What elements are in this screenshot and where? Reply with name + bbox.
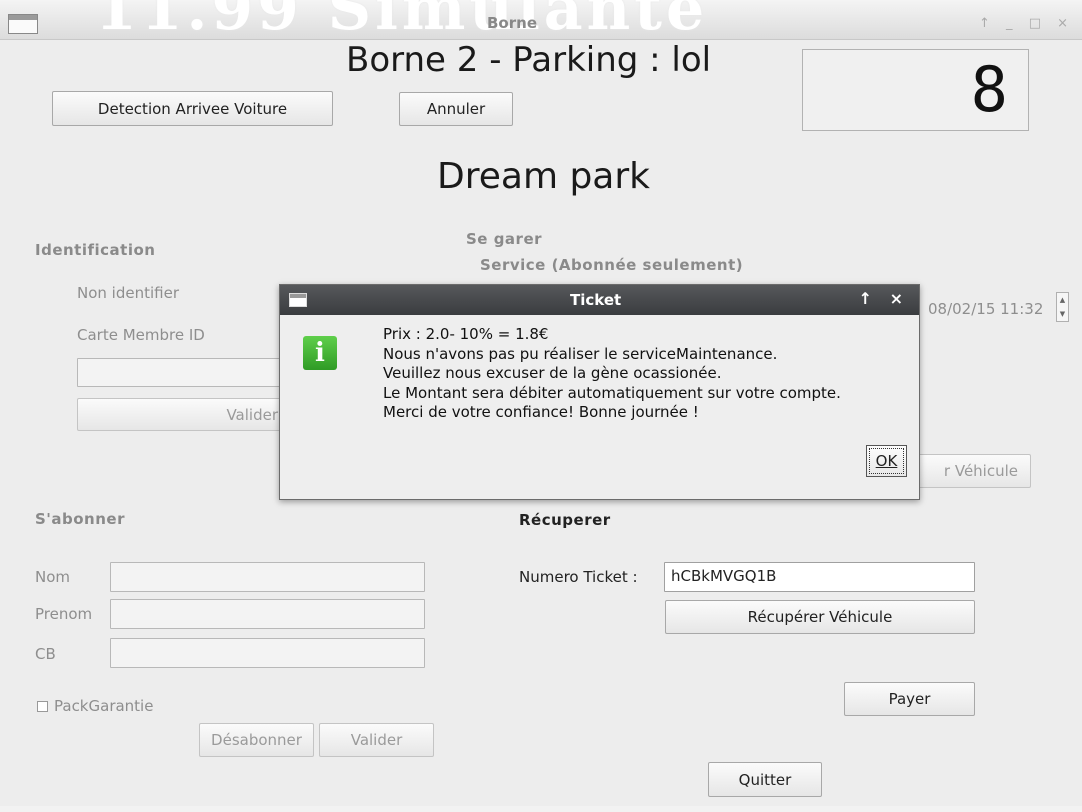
subscribe-heading: S'abonner bbox=[35, 510, 125, 528]
message-line: Prix : 2.0- 10% = 1.8€ bbox=[383, 325, 549, 343]
identification-validate-button[interactable]: Valider bbox=[77, 398, 307, 431]
cb-label: CB bbox=[35, 645, 56, 663]
ticket-number-field[interactable]: hCBkMVGQ1B bbox=[664, 562, 975, 592]
message-line: Merci de votre confiance! Bonne journée … bbox=[383, 403, 699, 421]
info-icon: i bbox=[303, 336, 337, 370]
park-heading: Se garer bbox=[466, 230, 543, 248]
detect-arrival-button[interactable]: Detection Arrivee Voiture bbox=[52, 91, 333, 126]
retrieve-heading: Récuperer bbox=[519, 511, 611, 529]
cancel-button[interactable]: Annuler bbox=[399, 92, 513, 126]
nom-label: Nom bbox=[35, 568, 71, 586]
member-id-label: Carte Membre ID bbox=[77, 326, 205, 344]
prenom-label: Prenom bbox=[35, 605, 93, 623]
checkbox-icon[interactable] bbox=[37, 701, 48, 712]
quit-button[interactable]: Quitter bbox=[708, 762, 822, 797]
pack-garantie-checkbox[interactable]: PackGarantie bbox=[37, 697, 153, 715]
window-titlebar: 11.99 Simulante Borne ↑ _ □ × bbox=[0, 0, 1082, 44]
brand-title: Dream park bbox=[437, 156, 651, 197]
subscribe-validate-button[interactable]: Valider bbox=[319, 723, 434, 757]
datetime-spinner[interactable]: ▲ ▼ bbox=[1056, 292, 1069, 322]
service-heading: Service (Abonnée seulement) bbox=[480, 256, 744, 274]
message-line: Nous n'avons pas pu réaliser le serviceM… bbox=[383, 344, 778, 363]
datetime-field[interactable]: 08/02/15 11:32 bbox=[928, 300, 1043, 318]
cb-field[interactable] bbox=[110, 638, 425, 668]
window-title: Borne bbox=[487, 14, 537, 32]
ok-button[interactable]: OK bbox=[866, 445, 907, 477]
dialog-controls[interactable]: ↑ × bbox=[859, 289, 909, 308]
unsubscribe-button[interactable]: Désabonner bbox=[199, 723, 314, 757]
window-app-icon[interactable] bbox=[8, 14, 38, 34]
message-line: Veuillez nous excuser de la gène ocassio… bbox=[383, 364, 722, 382]
message-line: Le Montant sera débiter automatiquement … bbox=[383, 383, 841, 402]
lcd-counter: 8 bbox=[802, 49, 1029, 131]
dialog-app-icon[interactable] bbox=[289, 293, 307, 307]
dialog-title: Ticket bbox=[570, 291, 622, 309]
bottom-edge bbox=[0, 806, 1082, 812]
retrieve-vehicle-button[interactable]: Récupérer Véhicule bbox=[665, 600, 975, 634]
identification-heading: Identification bbox=[35, 241, 156, 259]
member-id-field[interactable] bbox=[77, 358, 307, 387]
dialog-titlebar: Ticket ↑ × bbox=[280, 285, 919, 315]
window-controls[interactable]: ↑ _ □ × bbox=[979, 16, 1074, 31]
lcd-counter-value: 8 bbox=[970, 53, 1008, 126]
identification-status: Non identifier bbox=[77, 284, 179, 302]
ticket-dialog: Ticket ↑ × i Prix : 2.0- 10% = 1.8€ Nous… bbox=[279, 284, 920, 500]
nom-field[interactable] bbox=[110, 562, 425, 592]
pack-garantie-label: PackGarantie bbox=[54, 697, 154, 715]
page-title: Borne 2 - Parking : lol bbox=[346, 40, 712, 80]
ticket-number-label: Numero Ticket : bbox=[519, 568, 638, 586]
watermark: 11.99 Simulante bbox=[95, 0, 709, 44]
prenom-field[interactable] bbox=[110, 599, 425, 629]
park-vehicle-button[interactable]: r Véhicule bbox=[910, 454, 1031, 488]
pay-button[interactable]: Payer bbox=[844, 682, 975, 716]
ok-button-label: OK bbox=[875, 452, 898, 470]
dialog-message: Prix : 2.0- 10% = 1.8€ Nous n'avons pas … bbox=[383, 325, 841, 423]
